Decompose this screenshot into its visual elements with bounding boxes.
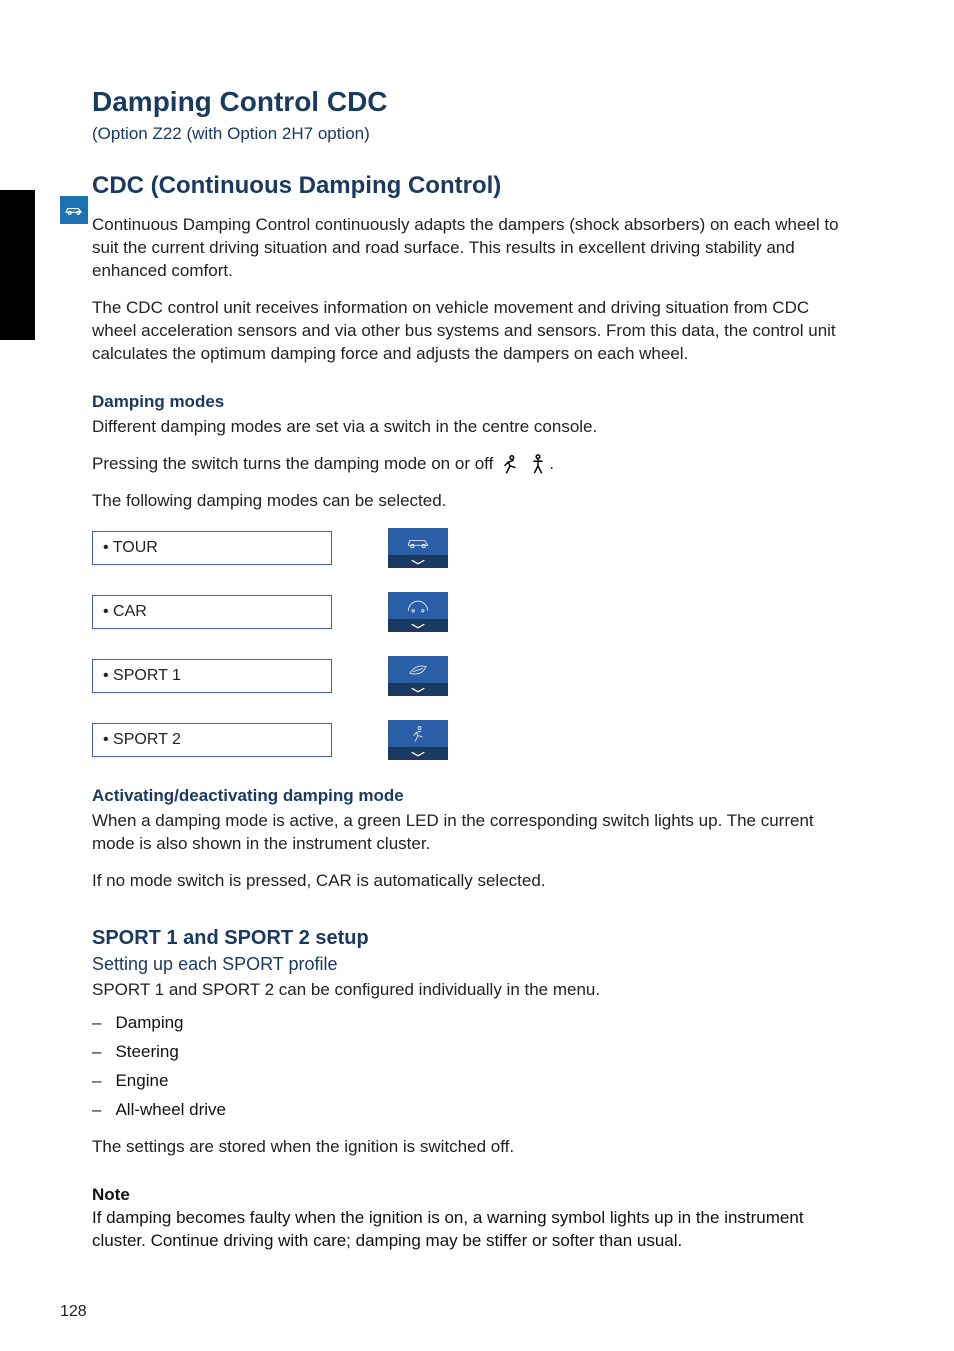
intro-paragraph-2: The CDC control unit receives informatio… [92,297,842,366]
sport-intro: SPORT 1 and SPORT 2 can be configured in… [92,979,842,1002]
mode-options: • TOUR • CAR [92,528,842,760]
chevron-down-icon [409,686,427,694]
activate-text-3: If no mode switch is pressed, CAR is aut… [92,870,842,893]
option-row: • CAR [92,592,842,632]
chevron-down-icon [409,750,427,758]
mode-tile-car [388,592,448,632]
sport-outro: The settings are stored when the ignitio… [92,1136,842,1159]
activate-heading: Activating/deactivating damping mode [92,786,842,806]
cdc-icon [60,196,88,224]
mode-option-tour: • TOUR [92,531,332,565]
bullet-text: All-wheel drive [115,1099,226,1122]
damping-modes-heading: Damping modes [92,392,842,412]
option-row: • SPORT 2 [92,720,842,760]
bullet-text: Steering [115,1041,178,1064]
page-title: Damping Control CDC [92,86,842,118]
note-text: If damping becomes faulty when the ignit… [92,1207,842,1253]
running-person-icon [409,725,427,743]
cdc-section-heading: CDC (Continuous Damping Control) [92,172,842,200]
list-item: Engine [92,1070,842,1093]
page-number: 128 [60,1303,87,1321]
page-subtitle: (Option Z22 (with Option 2H7 option) [92,124,842,144]
intro-paragraph-1: Continuous Damping Control continuously … [92,214,842,283]
text-column: Damping Control CDC (Option Z22 (with Op… [92,86,842,1253]
mode-tile-sport1 [388,656,448,696]
option-row: • SPORT 1 [92,656,842,696]
running-person-icon [499,453,521,475]
option-row: • TOUR [92,528,842,568]
standing-person-icon [527,453,549,475]
mode-option-sport2: • SPORT 2 [92,723,332,757]
chevron-down-icon [409,558,427,566]
activate-text-2: When a damping mode is active, a green L… [92,810,842,856]
activate-deactivate-line: Pressing the switch turns the damping mo… [92,453,842,476]
mode-option-sport1: • SPORT 1 [92,659,332,693]
activate-text-suffix: . [549,453,554,476]
list-item: Damping [92,1012,842,1035]
mode-option-car: • CAR [92,595,332,629]
bullet-text: Damping [115,1012,183,1035]
mode-tile-sport2 [388,720,448,760]
bullet-text: Engine [115,1070,168,1093]
chevron-down-icon [409,622,427,630]
sport-heading: SPORT 1 and SPORT 2 setup [92,927,842,950]
sport-bullet-list: Damping Steering Engine All-wheel drive [92,1012,842,1122]
mode-tile-tour [388,528,448,568]
damping-modes-intro: Different damping modes are set via a sw… [92,416,842,439]
mode-glyphs [499,453,549,475]
modes-selected-label: The following damping modes can be selec… [92,490,842,513]
activate-text-prefix: Pressing the switch turns the damping mo… [92,453,493,476]
list-item: All-wheel drive [92,1099,842,1122]
document-page: Damping Control CDC (Option Z22 (with Op… [0,0,954,1351]
sport-subheading: Setting up each SPORT profile [92,954,842,975]
note-label: Note [92,1185,842,1205]
list-item: Steering [92,1041,842,1064]
leaf-icon [405,662,431,678]
gauge-icon [405,598,431,614]
car-icon [405,535,431,549]
side-tab [0,190,35,340]
